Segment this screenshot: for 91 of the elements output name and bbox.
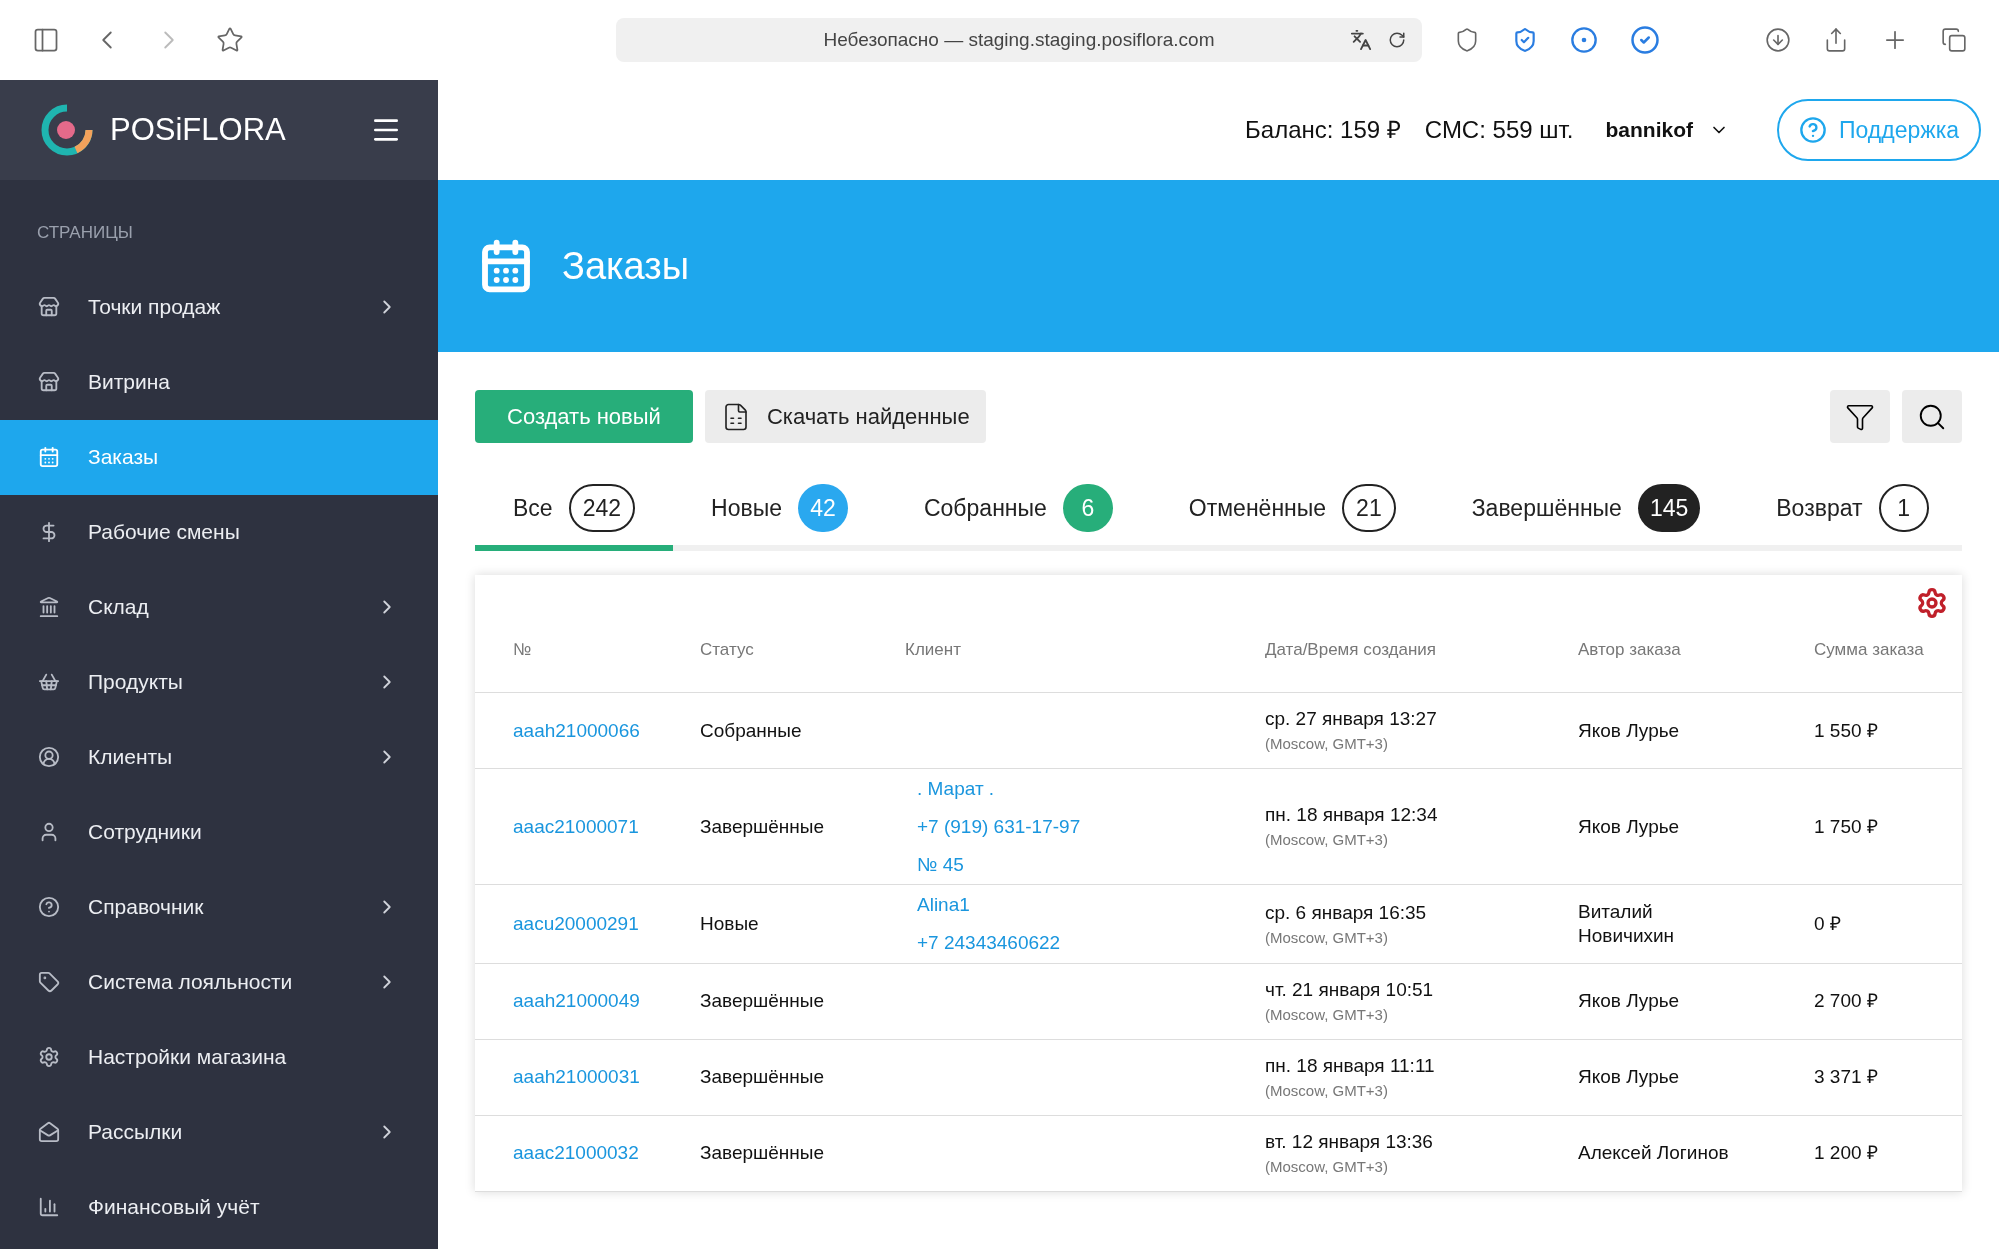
timezone-text: (Moscow, GMT+3) bbox=[1265, 1157, 1389, 1177]
date-text: вт. 12 января 13:36 bbox=[1265, 1130, 1434, 1154]
menu-item-icon bbox=[38, 1046, 60, 1068]
sidebar-item[interactable]: Клиенты bbox=[0, 719, 438, 795]
sidebar-item[interactable]: Витрина bbox=[0, 344, 438, 420]
sidebar-section-label: СТРАНИЦЫ bbox=[36, 222, 134, 244]
author-cell-text: Яков Лурье bbox=[1578, 1065, 1681, 1090]
count-badge: 1 bbox=[1878, 484, 1929, 532]
author-cell-text: Яков Лурье bbox=[1578, 718, 1681, 743]
sidebar-icon[interactable] bbox=[32, 26, 60, 54]
tab[interactable]: Новые 42 bbox=[673, 471, 886, 551]
count-badge: 42 bbox=[797, 484, 848, 532]
search-button[interactable] bbox=[1902, 390, 1962, 443]
timezone-text: (Moscow, GMT+3) bbox=[1265, 928, 1389, 948]
download-button[interactable]: Скачать найденные bbox=[704, 390, 986, 443]
tabs-icon[interactable] bbox=[1941, 27, 1967, 53]
column-header: № bbox=[513, 638, 533, 661]
date-text: ср. 27 января 13:27 bbox=[1265, 707, 1438, 731]
sum-cell-text: 1 200 ₽ bbox=[1814, 1141, 1879, 1166]
menu-item-icon bbox=[38, 371, 60, 393]
filter-button[interactable] bbox=[1830, 390, 1890, 443]
column-header: Статус bbox=[700, 638, 755, 661]
shield-check-icon[interactable] bbox=[1512, 27, 1538, 53]
sum-cell-text: 0 ₽ bbox=[1814, 912, 1842, 936]
reload-icon[interactable] bbox=[1388, 31, 1406, 49]
tab[interactable]: Отменённые 21 bbox=[1150, 471, 1434, 551]
tab[interactable]: Возврат 1 bbox=[1738, 471, 1962, 551]
tab[interactable]: Собранные 6 bbox=[885, 471, 1151, 551]
menu-item-icon bbox=[38, 1196, 60, 1218]
tab[interactable]: Все 242 bbox=[475, 471, 673, 551]
date-text: пн. 18 января 11:11 bbox=[1265, 1054, 1436, 1078]
status-cell-text: Новые bbox=[700, 912, 760, 936]
menu-item-icon bbox=[38, 1121, 60, 1143]
sum-cell-text: 1 550 ₽ bbox=[1814, 718, 1879, 743]
status-cell-text: Завершённые bbox=[700, 1141, 826, 1166]
status-cell-text: Завершённые bbox=[700, 1065, 826, 1090]
author-cell-text: Яков Лурье bbox=[1578, 989, 1681, 1014]
tab[interactable]: Завершённые 145 bbox=[1433, 471, 1739, 551]
translate-icon[interactable] bbox=[1350, 29, 1372, 51]
menu-item-icon bbox=[38, 671, 60, 693]
count-badge: 6 bbox=[1062, 484, 1113, 532]
settings-icon[interactable] bbox=[1916, 587, 1948, 619]
sidebar-item[interactable]: Сотрудники bbox=[0, 794, 438, 870]
timezone-text: (Moscow, GMT+3) bbox=[1265, 1005, 1389, 1025]
column-header: Сумма заказа bbox=[1814, 638, 1925, 661]
sidebar-item[interactable]: Справочник bbox=[0, 869, 438, 945]
column-header: Автор заказа bbox=[1578, 638, 1682, 661]
menu-item-icon bbox=[38, 971, 60, 993]
sidebar-item[interactable]: Рабочие смены bbox=[0, 494, 438, 570]
date-text: ср. 6 января 16:35 bbox=[1265, 900, 1428, 925]
author-cell-text: Яков Лурье bbox=[1578, 814, 1681, 839]
sum-cell-text: 2 700 ₽ bbox=[1814, 989, 1879, 1014]
menu-item-icon bbox=[38, 896, 60, 918]
sidebar-item[interactable]: Система лояльности bbox=[0, 944, 438, 1020]
sidebar-item[interactable]: Финансовый учёт bbox=[0, 1169, 438, 1245]
menu-item-icon bbox=[38, 596, 60, 618]
date-text: пн. 18 января 12:34 bbox=[1265, 803, 1439, 828]
sum-cell-text: 1 750 ₽ bbox=[1814, 814, 1879, 839]
date-text: чт. 21 января 10:51 bbox=[1265, 978, 1435, 1002]
status-cell-text: Завершённые bbox=[700, 814, 826, 839]
menu-item-icon bbox=[38, 746, 60, 768]
download-icon[interactable] bbox=[1765, 27, 1791, 53]
count-badge: 145 bbox=[1637, 484, 1701, 532]
author-cell-text: Алексей Логинов bbox=[1578, 1141, 1730, 1166]
timezone-text: (Moscow, GMT+3) bbox=[1265, 735, 1389, 754]
bookmark-icon[interactable] bbox=[216, 26, 244, 54]
check-icon[interactable] bbox=[1630, 25, 1660, 55]
count-badge: 242 bbox=[568, 484, 635, 532]
user-menu[interactable]: bannikof bbox=[1605, 114, 1729, 146]
count-badge: 21 bbox=[1342, 484, 1396, 532]
menu-item-icon bbox=[38, 446, 60, 468]
balance-text: Баланс: 159 ₽ bbox=[1245, 115, 1401, 145]
status-cell-text: Собранные bbox=[700, 718, 803, 743]
timezone-text: (Moscow, GMT+3) bbox=[1265, 1081, 1389, 1101]
status-cell-text: Завершённые bbox=[700, 989, 826, 1014]
address-bar[interactable]: Небезопасно — staging.staging.posiflora.com bbox=[616, 18, 1422, 62]
page-title: Заказы bbox=[562, 243, 689, 289]
timezone-text: (Moscow, GMT+3) bbox=[1265, 831, 1389, 850]
sum-cell-text: 3 371 ₽ bbox=[1814, 1065, 1879, 1090]
sms-text: СМС: 559 шт. bbox=[1424, 115, 1574, 145]
sidebar-item[interactable]: Настройки магазина bbox=[0, 1019, 438, 1095]
author-cell-text: Виталий Новичихин bbox=[1578, 900, 1676, 948]
sidebar-item[interactable]: Продукты bbox=[0, 644, 438, 720]
column-header: Клиент bbox=[905, 638, 962, 661]
column-header: Дата/Время создания bbox=[1265, 638, 1438, 661]
sidebar-item[interactable]: Склад bbox=[0, 569, 438, 645]
sidebar-item[interactable]: Рассылки bbox=[0, 1094, 438, 1170]
menu-item-icon bbox=[38, 296, 60, 318]
help-icon bbox=[1799, 116, 1827, 144]
sidebar-item[interactable]: Точки продаж bbox=[0, 269, 438, 345]
logo-text: POSiFLORA bbox=[110, 110, 286, 149]
